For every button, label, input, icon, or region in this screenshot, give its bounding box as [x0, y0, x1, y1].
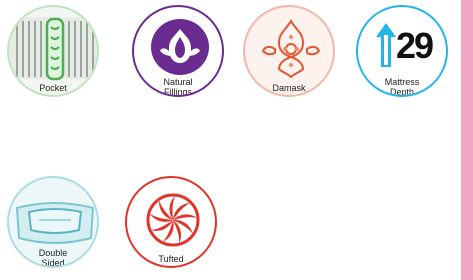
- feature-label: Damask: [272, 83, 306, 93]
- feature-label-line2: Fillings: [163, 87, 192, 97]
- feature-label-line2: Sided: [41, 258, 65, 268]
- feature-label-line1: Double: [38, 248, 68, 258]
- feature-label-line1: Natural: [163, 77, 193, 87]
- depth-value: 29: [396, 25, 434, 66]
- feature-label-line2: Depth: [389, 87, 415, 97]
- feature-badge-natural-fillings: Natural Fillings: [132, 5, 224, 97]
- side-accent-strip: [461, 0, 473, 280]
- feature-badge-mattress-depth: 29 Mattress Depth: [356, 5, 448, 97]
- feature-badge-double-sided: Double Sided: [7, 176, 99, 268]
- feature-label: Tufted: [158, 254, 184, 264]
- feature-label-line1: Mattress: [384, 77, 420, 87]
- feature-badge-tufted: Tufted: [125, 176, 217, 268]
- feature-badge-damask: Damask: [243, 5, 335, 97]
- feature-label: Pocket: [39, 83, 67, 93]
- feature-badge-pocket: Pocket: [7, 5, 99, 97]
